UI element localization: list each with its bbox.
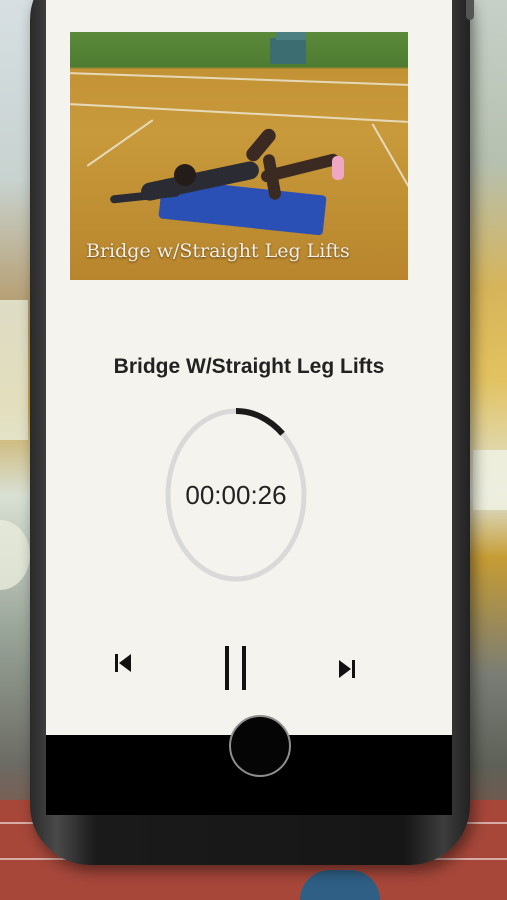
timer-ring: 00:00:26 <box>161 405 311 585</box>
field-line <box>70 103 408 123</box>
image-caption: Bridge w/Straight Leg Lifts <box>86 240 350 262</box>
phone-side-button <box>466 0 474 20</box>
promo-scene: Bridge w/Straight Leg Lifts Bridge W/Str… <box>0 0 507 900</box>
app-screen: Bridge w/Straight Leg Lifts Bridge W/Str… <box>46 0 452 735</box>
previous-button[interactable] <box>112 652 134 674</box>
next-button[interactable] <box>336 658 358 680</box>
exercise-image: Bridge w/Straight Leg Lifts <box>70 32 408 280</box>
field-line <box>371 123 408 203</box>
field-line <box>86 119 154 167</box>
background-card-right <box>473 450 507 510</box>
skip-next-icon <box>339 660 355 678</box>
athlete-shoe <box>332 156 344 180</box>
background-card <box>0 300 28 440</box>
pause-icon <box>225 646 246 690</box>
timer-display: 00:00:26 <box>185 480 287 510</box>
field-line <box>70 72 408 86</box>
home-button[interactable] <box>229 715 291 777</box>
athlete-head <box>174 164 196 186</box>
playback-controls <box>46 640 452 700</box>
skip-previous-icon <box>115 654 131 672</box>
exercise-title: Bridge W/Straight Leg Lifts <box>113 355 385 378</box>
phone-frame: Bridge w/Straight Leg Lifts Bridge W/Str… <box>30 0 474 865</box>
plyo-box-top <box>276 32 306 40</box>
pause-button[interactable] <box>222 644 250 692</box>
plyo-boxes <box>270 38 306 64</box>
